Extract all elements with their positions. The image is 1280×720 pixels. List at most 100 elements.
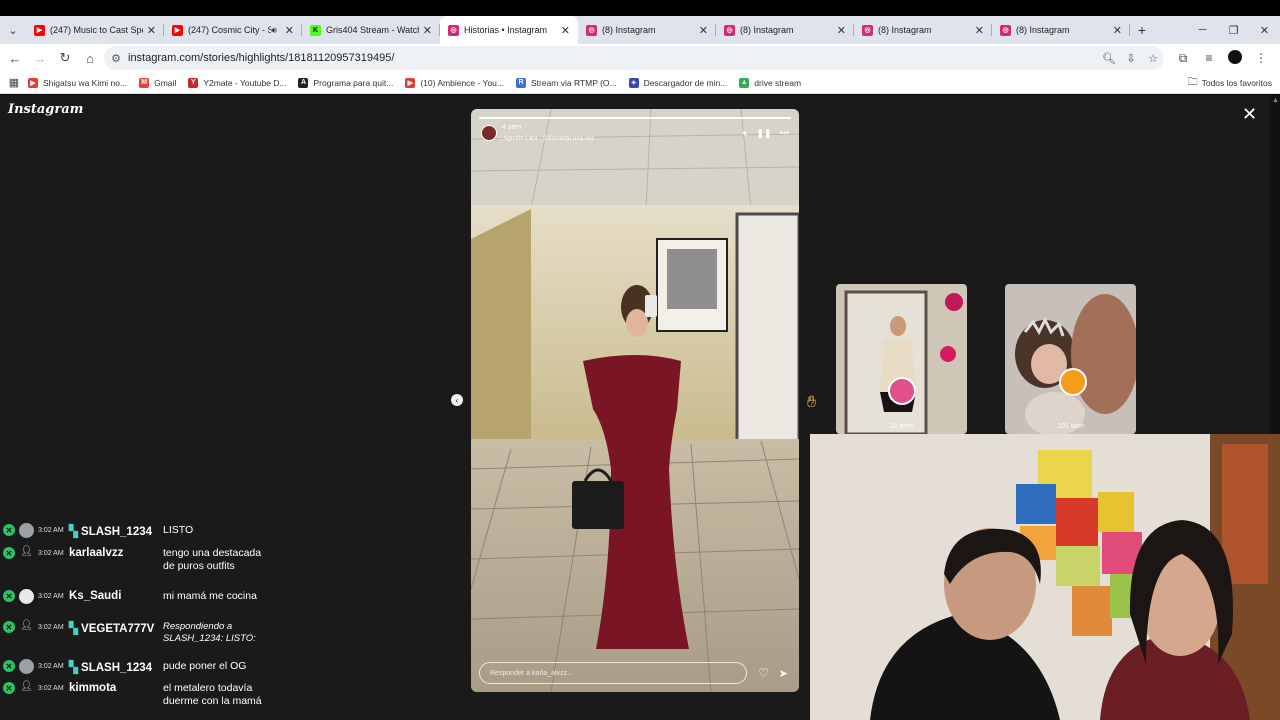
- media-control-icon[interactable]: ≡: [1196, 51, 1222, 65]
- webcam-image: [810, 434, 1280, 720]
- chat-username[interactable]: kimmota: [69, 682, 116, 694]
- tab-bar: ⌄ ▶ (247) Music to Cast Spells ✕ ▶ (247) Cos…: [0, 16, 1280, 44]
- story-author-avatar[interactable]: [481, 125, 497, 141]
- browser-tab[interactable]: ◎ (8) Instagram ✕: [716, 16, 854, 44]
- all-bookmarks-button[interactable]: 🗀 Todos los favoritos: [1188, 72, 1272, 94]
- browser-tab[interactable]: K Gris404 Stream - Watch L ✕: [302, 16, 440, 44]
- chat-username-text: SLASH_1234: [81, 662, 153, 674]
- like-heart-icon[interactable]: ♡: [758, 666, 769, 680]
- zoom-icon[interactable]: 🔍︎: [1098, 52, 1120, 65]
- subscriber-badge-icon: ▚: [69, 526, 82, 538]
- minimize-button[interactable]: ─: [1187, 16, 1218, 44]
- profile-avatar[interactable]: [1222, 49, 1248, 67]
- webcam-feed: [810, 434, 1280, 720]
- chat-text: LISTO: [163, 524, 194, 536]
- chat-username[interactable]: karlaalvzz: [69, 547, 123, 559]
- moderator-badge-icon: ✕: [3, 590, 15, 602]
- browser-tab[interactable]: ◎ (8) Instagram ✕: [992, 16, 1130, 44]
- chat-timestamp: 3:02 AM: [38, 685, 64, 692]
- close-tab-icon[interactable]: ✕: [837, 24, 846, 37]
- site-info-icon[interactable]: ⚙: [104, 52, 128, 65]
- instagram-icon: ◎: [862, 24, 873, 36]
- bookmark-favicon-icon: Y: [188, 77, 199, 88]
- chat-username[interactable]: ▚ SLASH_1234: [69, 660, 152, 674]
- bookmark-label: Descargador de min...: [643, 77, 728, 88]
- bookmark-item[interactable]: ▶ Shigatsu wa Kimi no...: [28, 77, 128, 88]
- chat-username[interactable]: Ks_Saudi: [69, 590, 121, 602]
- bookmark-label: Programa para quit...: [313, 77, 394, 88]
- close-stories-button[interactable]: ✕: [1242, 104, 1257, 125]
- mute-icon[interactable]: 🔇︎: [743, 128, 749, 139]
- bookmark-item[interactable]: ✦ Descargador de min...: [628, 77, 728, 88]
- install-app-icon[interactable]: ⇩: [1120, 52, 1142, 65]
- chat-timestamp: 3:02 AM: [38, 527, 64, 534]
- bookmark-item[interactable]: R Stream via RTMP (O...: [515, 77, 617, 88]
- chat-username[interactable]: ▚ SLASH_1234: [69, 524, 152, 538]
- browser-tab[interactable]: ▶ (247) Music to Cast Spells ✕: [26, 16, 164, 44]
- omnibox[interactable]: ⚙ instagram.com/stories/highlights/18181…: [104, 46, 1164, 70]
- close-tab-icon[interactable]: ✕: [1113, 24, 1122, 37]
- close-window-button[interactable]: ✕: [1249, 16, 1280, 44]
- close-tab-icon[interactable]: ✕: [285, 24, 294, 37]
- tab-separator: [1129, 24, 1130, 36]
- close-tab-icon[interactable]: ✕: [561, 24, 570, 37]
- close-tab-icon[interactable]: ✕: [975, 24, 984, 37]
- bookmark-item[interactable]: A Programa para quit...: [298, 77, 394, 88]
- instagram-logo[interactable]: Instagram: [8, 102, 83, 117]
- close-tab-icon[interactable]: ✕: [423, 24, 432, 37]
- story-music-label[interactable]: ♪ Agustín Lara · Solamente una vez: [499, 136, 594, 142]
- highlight-thumbnail[interactable]: 101 sem: [1005, 284, 1136, 434]
- more-options-icon[interactable]: •••: [780, 128, 789, 139]
- bookmark-label: Shigatsu wa Kimi no...: [43, 77, 128, 88]
- bookmark-item[interactable]: M Gmail: [139, 77, 176, 88]
- story-reply-input[interactable]: Responder a karla_alvzz...: [479, 662, 747, 684]
- extensions-icon[interactable]: ⧉: [1170, 51, 1196, 66]
- kick-icon: K: [310, 24, 321, 36]
- browser-tab[interactable]: ◎ (8) Instagram ✕: [578, 16, 716, 44]
- close-tab-icon[interactable]: ✕: [147, 24, 156, 37]
- story-viewer[interactable]: 4 sem ♪ Agustín Lara · Solamente una vez…: [471, 109, 799, 692]
- previous-story-button[interactable]: ‹: [451, 394, 463, 406]
- send-icon[interactable]: ➤: [779, 667, 788, 680]
- tab-title: (247) Cosmic City - Sp: [188, 25, 272, 35]
- audio-playing-icon[interactable]: 🔊︎: [271, 25, 277, 36]
- highlight-thumbnail[interactable]: 22 sem: [836, 284, 967, 434]
- chat-timestamp: 3:02 AM: [38, 550, 64, 557]
- window-top-strip: [0, 0, 1280, 16]
- highlight-cover-ring: [1059, 368, 1088, 396]
- scroll-up-icon[interactable]: ▲: [1272, 97, 1279, 104]
- moderator-badge-icon: ✕: [3, 621, 15, 633]
- chat-username-text: Ks_Saudi: [69, 590, 122, 602]
- reload-button[interactable]: ↻: [53, 46, 77, 70]
- browser-tab[interactable]: ◎ Historias • Instagram ✕: [440, 16, 578, 44]
- browser-tab[interactable]: ▶ (247) Cosmic City - Sp 🔊︎ ✕: [164, 16, 302, 44]
- apps-grid-icon[interactable]: ▦: [0, 76, 28, 89]
- restore-button[interactable]: ❐: [1218, 16, 1249, 44]
- bookmark-item[interactable]: Y Y2mate - Youtube D...: [188, 77, 286, 88]
- pause-icon[interactable]: ❚❚: [756, 128, 771, 139]
- tab-title: (8) Instagram: [878, 25, 932, 35]
- instagram-icon: ◎: [724, 24, 735, 36]
- bookmarks-bar: ▦ ▶ Shigatsu wa Kimi no... M Gmail Y Y2mate -…: [0, 72, 1280, 94]
- close-tab-icon[interactable]: ✕: [699, 24, 708, 37]
- back-button[interactable]: ←: [3, 46, 27, 70]
- menu-kebab-icon[interactable]: ⋮: [1248, 51, 1274, 65]
- instagram-icon: ◎: [586, 24, 597, 36]
- toolbar-right: ⧉ ≡ ⋮: [1170, 46, 1274, 70]
- instagram-icon: ◎: [1000, 24, 1011, 36]
- forward-button[interactable]: →: [28, 46, 52, 70]
- bookmark-item[interactable]: ▶ (10) Ambience - You...: [405, 77, 504, 88]
- new-tab-button[interactable]: +: [1130, 16, 1154, 44]
- folder-icon: 🗀: [1187, 76, 1198, 88]
- story-progress-bar: [479, 117, 791, 119]
- bookmark-favicon-icon: ▲: [739, 77, 750, 88]
- browser-tab[interactable]: ◎ (8) Instagram ✕: [854, 16, 992, 44]
- bookmark-item[interactable]: ▲ drive stream: [739, 77, 801, 88]
- bookmark-favicon-icon: A: [298, 77, 309, 88]
- url-text[interactable]: instagram.com/stories/highlights/1818112…: [128, 52, 1098, 64]
- chat-username[interactable]: ▚ VEGETA777V: [69, 621, 154, 635]
- tab-search-button[interactable]: ⌄: [0, 16, 26, 44]
- bookmark-star-icon[interactable]: ☆: [1142, 52, 1164, 65]
- home-button[interactable]: ⌂: [78, 46, 102, 70]
- tab-title: (8) Instagram: [602, 25, 656, 35]
